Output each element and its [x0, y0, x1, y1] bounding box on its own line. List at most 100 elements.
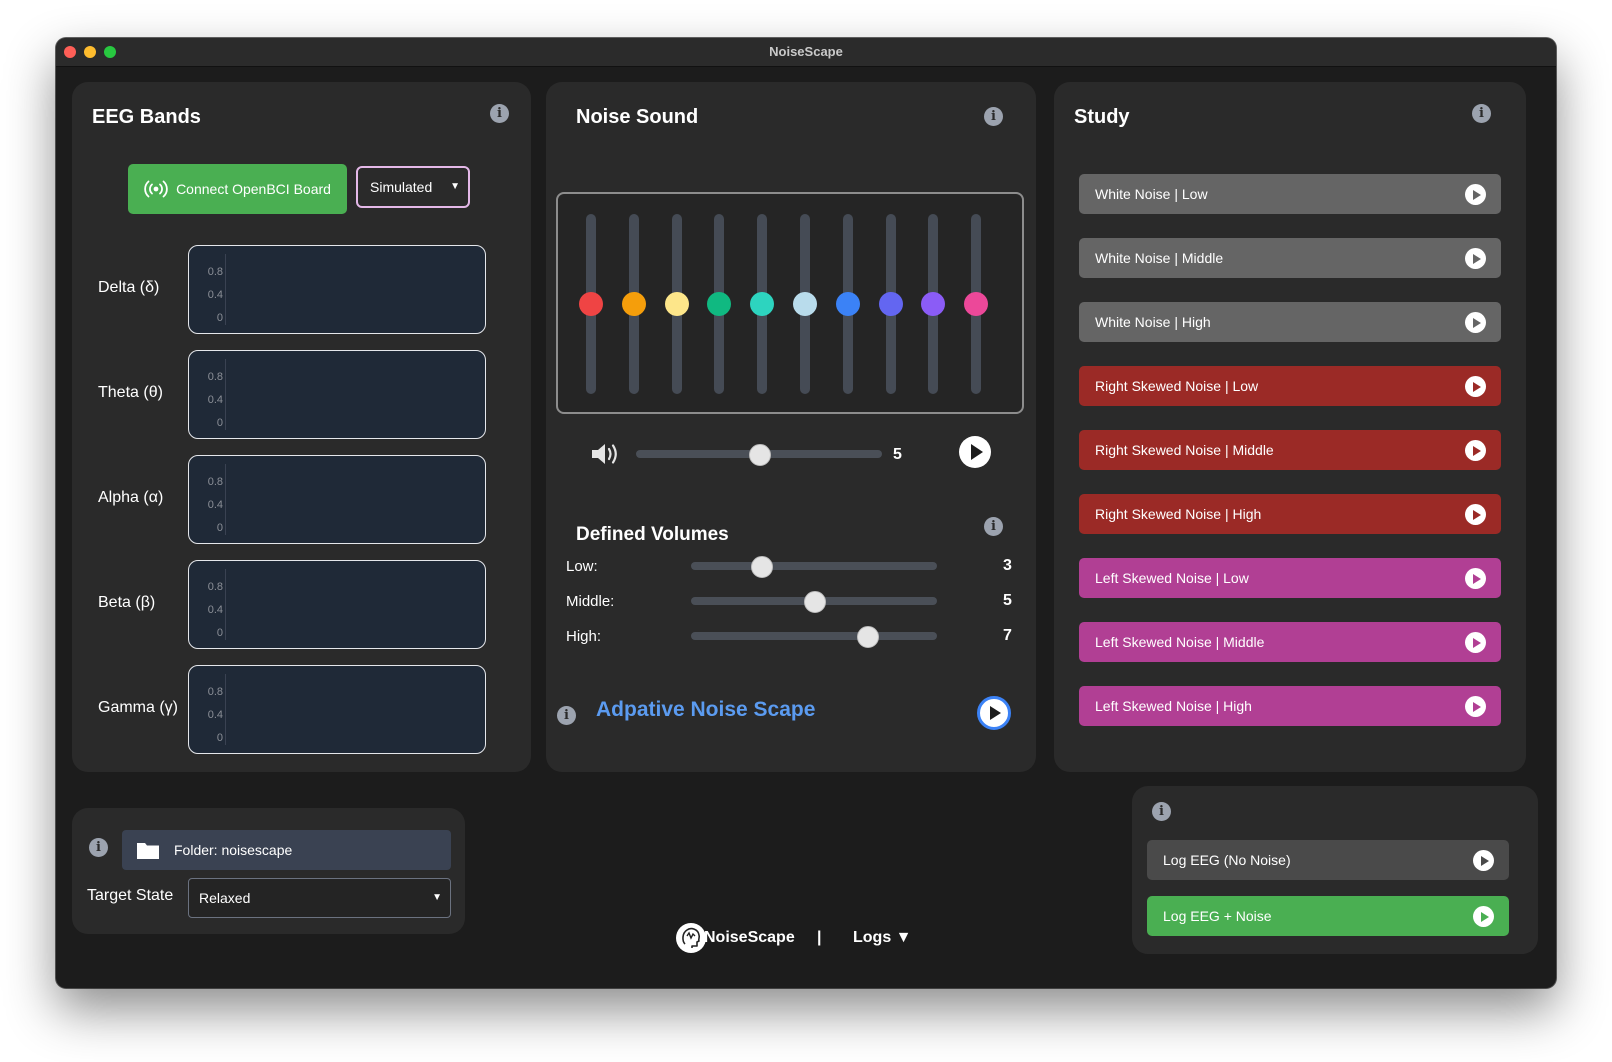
study-button-label: White Noise | Middle [1095, 250, 1224, 266]
eq-slider-thumb[interactable] [878, 292, 903, 316]
footer-separator: | [817, 929, 822, 946]
chart-tick-label: 0.4 [207, 394, 223, 406]
play-triangle [1472, 509, 1481, 520]
eq-slider-thumb[interactable] [579, 292, 603, 316]
eq-slider-thumb[interactable] [793, 292, 817, 316]
volume-slider-thumb[interactable] [749, 444, 771, 466]
study-button-label: Left Skewed Noise | Low [1095, 570, 1249, 586]
volume-row-slider-thumb[interactable] [856, 626, 879, 648]
app-window: NoiseScape EEG Bands i Connect OpenBCI B… [56, 38, 1556, 988]
play-triangle [1472, 189, 1481, 200]
chart-axis [225, 674, 226, 745]
play-triangle [1472, 445, 1481, 456]
log-button-label: Log EEG (No Noise) [1163, 852, 1291, 868]
volume-icon [592, 444, 617, 464]
study-noise-button[interactable]: Right Skewed Noise | Middle [1079, 430, 1501, 470]
study-button-label: White Noise | High [1095, 314, 1211, 330]
study-noise-button[interactable]: Right Skewed Noise | Low [1079, 366, 1501, 406]
volume-row-slider-thumb[interactable] [751, 556, 774, 578]
volume-value: 5 [893, 446, 902, 463]
band-chart: 0.8 0.4 0 [188, 350, 486, 439]
settings-panel: i Folder: noisescape Target State Relaxe… [72, 808, 465, 934]
chart-tick-label: 0 [216, 732, 223, 744]
volume-row-value: 5 [1003, 592, 1012, 609]
band-label: Beta (β) [98, 594, 156, 611]
play-icon [1465, 440, 1486, 461]
eq-slider-thumb[interactable] [707, 292, 732, 316]
target-state-label: Target State [87, 887, 174, 904]
eq-slider-thumb[interactable] [921, 292, 946, 316]
play-icon [1465, 632, 1486, 653]
logs-menu-button[interactable]: Logs ▼ [853, 929, 912, 947]
eq-slider-thumb[interactable] [835, 292, 860, 316]
play-triangle [1472, 317, 1481, 328]
chart-tick-label: 0.4 [207, 604, 223, 616]
volume-row-value: 3 [1003, 557, 1012, 574]
chart-axis [225, 254, 226, 325]
study-info-icon[interactable]: i [1472, 104, 1491, 123]
chart-tick-label: 0.8 [207, 686, 223, 698]
eeg-info-icon[interactable]: i [490, 104, 509, 123]
folder-label: Folder: noisescape [174, 842, 293, 858]
study-noise-button[interactable]: Right Skewed Noise | High [1079, 494, 1501, 534]
chart-tick-label: 0 [216, 627, 223, 639]
chart-tick-label: 0.8 [207, 581, 223, 593]
eq-slider-thumb[interactable] [621, 292, 646, 316]
adaptive-play-button[interactable] [977, 696, 1011, 730]
chart-tick-label: 0.4 [207, 289, 223, 301]
study-noise-button[interactable]: White Noise | Middle [1079, 238, 1501, 278]
footer-app-name: NoiseScape [704, 929, 795, 946]
play-triangle [1472, 637, 1481, 648]
play-icon [990, 706, 1001, 720]
study-panel-title: Study [1074, 106, 1130, 128]
study-noise-button[interactable]: White Noise | High [1079, 302, 1501, 342]
band-label: Delta (δ) [98, 279, 160, 296]
eeg-panel-title: EEG Bands [92, 106, 201, 128]
connect-board-button[interactable]: Connect OpenBCI Board [128, 164, 347, 214]
noise-info-icon[interactable]: i [984, 107, 1003, 126]
eq-slider-thumb[interactable] [664, 292, 689, 316]
target-state-select[interactable]: Relaxed ▼ [188, 878, 451, 918]
connect-board-label: Connect OpenBCI Board [176, 181, 331, 197]
log-button-label: Log EEG + Noise [1163, 908, 1272, 924]
folder-button[interactable]: Folder: noisescape [122, 830, 451, 870]
volume-row-label: Low: [566, 558, 598, 575]
noise-panel-title: Noise Sound [576, 106, 699, 128]
chart-tick-label: 0.8 [207, 371, 223, 383]
defined-volumes-title: Defined Volumes [576, 524, 729, 545]
adaptive-info-icon[interactable]: i [557, 706, 576, 725]
volume-row-slider[interactable] [691, 562, 937, 570]
chevron-down-icon: ▼ [432, 892, 442, 903]
brain-head-logo-icon [676, 923, 706, 953]
log-button[interactable]: Log EEG + Noise [1147, 896, 1509, 936]
log-info-icon[interactable]: i [1152, 802, 1171, 821]
play-icon [1465, 312, 1486, 333]
play-triangle [1472, 701, 1481, 712]
band-chart: 0.8 0.4 0 [188, 455, 486, 544]
target-state-value: Relaxed [199, 890, 251, 906]
settings-info-icon[interactable]: i [89, 838, 108, 857]
band-label: Gamma (γ) [98, 699, 178, 716]
band-label: Alpha (α) [98, 489, 164, 506]
play-icon [1473, 850, 1494, 871]
volume-row-value: 7 [1003, 627, 1012, 644]
study-noise-button[interactable]: Left Skewed Noise | Middle [1079, 622, 1501, 662]
play-icon [1465, 376, 1486, 397]
defined-volumes-info-icon[interactable]: i [984, 517, 1003, 536]
play-noise-button[interactable] [959, 436, 991, 468]
study-noise-button[interactable]: Left Skewed Noise | High [1079, 686, 1501, 726]
eq-slider-thumb[interactable] [964, 292, 989, 316]
band-chart: 0.8 0.4 0 [188, 245, 486, 334]
volume-row-slider[interactable] [691, 632, 937, 640]
wireless-signal-icon [144, 180, 168, 198]
study-noise-button[interactable]: Left Skewed Noise | Low [1079, 558, 1501, 598]
log-button[interactable]: Log EEG (No Noise) [1147, 840, 1509, 880]
study-noise-button[interactable]: White Noise | Low [1079, 174, 1501, 214]
chart-tick-label: 0.8 [207, 476, 223, 488]
eeg-bands-panel: EEG Bands i Connect OpenBCI Board Simula… [72, 82, 531, 772]
board-mode-select[interactable]: Simulated ▼ [356, 166, 470, 208]
play-triangle [1480, 911, 1489, 922]
volume-row-slider-thumb[interactable] [804, 591, 826, 613]
play-icon [1473, 906, 1494, 927]
eq-slider-thumb[interactable] [750, 292, 775, 316]
